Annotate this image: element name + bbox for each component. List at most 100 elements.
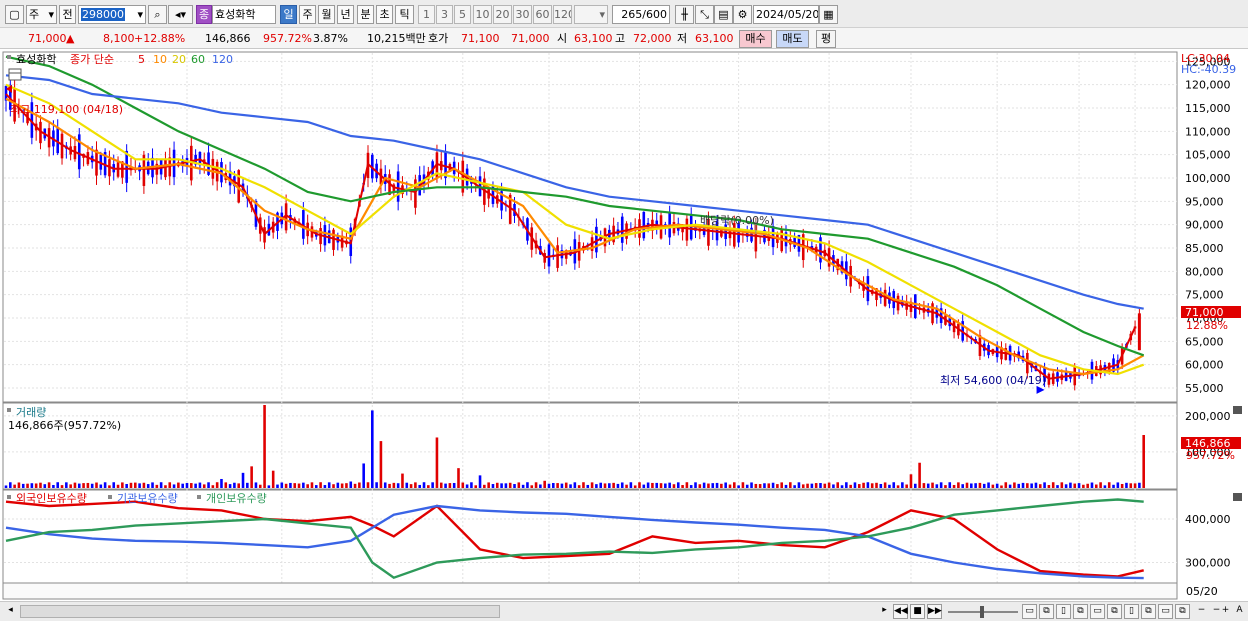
- close-icon[interactable]: [1233, 406, 1242, 414]
- volume-bar: [1129, 483, 1133, 488]
- eval-button[interactable]: 평: [816, 30, 836, 48]
- layout-icon[interactable]: ▭: [1158, 604, 1173, 619]
- high-label: 고: [615, 32, 626, 45]
- gear-icon[interactable]: ⚙: [733, 5, 752, 24]
- period-tick[interactable]: 틱: [395, 5, 414, 24]
- minus-icon[interactable]: −: [1194, 604, 1209, 619]
- bid-price: 71,100: [461, 32, 500, 45]
- volume-bar: [289, 482, 292, 488]
- window-icon[interactable]: ▢: [5, 5, 24, 24]
- layout-icon[interactable]: ⧉: [1107, 604, 1122, 619]
- layout-icon[interactable]: ▭: [1090, 604, 1105, 619]
- layout-icon[interactable]: ▯: [1056, 604, 1071, 619]
- search-icon[interactable]: ⌕: [148, 5, 167, 24]
- legend-ma60: 60: [191, 53, 205, 66]
- volume-bar: [948, 482, 952, 488]
- interval-120[interactable]: 120: [553, 5, 572, 24]
- volume-bar: [392, 482, 396, 488]
- interval-5[interactable]: 5: [454, 5, 471, 24]
- volume-bar: [991, 484, 995, 488]
- legend-ma10: 10: [153, 53, 167, 66]
- volume-bar: [465, 484, 469, 488]
- period-week[interactable]: 주: [299, 5, 316, 24]
- interval-1[interactable]: 1: [418, 5, 435, 24]
- volume-bar: [1107, 482, 1111, 488]
- buy-button[interactable]: 매수: [739, 30, 772, 48]
- layout-icon[interactable]: ⧉: [1175, 604, 1190, 619]
- layout-icon[interactable]: ⧉: [1039, 604, 1054, 619]
- count-field[interactable]: 265/600: [612, 5, 670, 24]
- sell-button[interactable]: 매도: [776, 30, 809, 48]
- close-icon[interactable]: [1233, 493, 1242, 501]
- interval-10[interactable]: 10: [473, 5, 492, 24]
- volume-bar: [780, 482, 783, 488]
- forward-icon[interactable]: ▶▶: [927, 604, 942, 619]
- code-input[interactable]: 298000 ▾: [78, 5, 146, 24]
- stop-icon[interactable]: ■: [910, 604, 925, 619]
- calendar-icon[interactable]: [8, 68, 22, 81]
- layout-icon[interactable]: ⧉: [1141, 604, 1156, 619]
- volume-bar: [720, 483, 723, 488]
- zoom-slider-thumb[interactable]: [980, 606, 984, 618]
- volume-bar: [1094, 484, 1098, 488]
- code-value: 298000: [81, 8, 125, 21]
- scroll-left-icon[interactable]: ◂: [3, 604, 18, 619]
- rewind-icon[interactable]: ◀◀: [893, 604, 908, 619]
- scroll-bar[interactable]: ◂ ▸ ◀◀ ■ ▶▶ ▭ ⧉ ▯ ⧉ ▭ ⧉ ▯ ⧉ ▭ ⧉ − − + A: [0, 601, 1248, 621]
- interval-select[interactable]: ▾: [574, 5, 608, 24]
- date-field[interactable]: 2024/05/20: [753, 5, 819, 24]
- market-select[interactable]: 주 ▾: [26, 5, 57, 24]
- volume-bar: [987, 482, 990, 488]
- draw-tool-icon[interactable]: ⤡: [695, 5, 714, 24]
- period-second[interactable]: 초: [376, 5, 393, 24]
- chart-type-icon[interactable]: ╫: [675, 5, 694, 24]
- period-month[interactable]: 월: [318, 5, 335, 24]
- calendar-icon[interactable]: ▦: [819, 5, 838, 24]
- high-price: 72,000: [633, 32, 672, 45]
- volume-bar: [625, 484, 628, 488]
- volume-bar: [659, 483, 663, 488]
- scroll-right-icon[interactable]: ▸: [877, 604, 892, 619]
- volume-bar: [314, 485, 318, 488]
- price-tick-label: 65,000: [1185, 335, 1224, 348]
- candle-body: [1137, 313, 1141, 351]
- volume-bar: [1082, 484, 1085, 488]
- interval-60[interactable]: 60: [533, 5, 552, 24]
- layout-icon[interactable]: ▭: [1022, 604, 1037, 619]
- volume-bar: [758, 484, 762, 488]
- volume-bar: [707, 483, 710, 488]
- volume-bar: [1004, 482, 1008, 488]
- prev-button[interactable]: 전: [59, 5, 76, 24]
- change-value: 8,100: [103, 32, 135, 45]
- save-icon[interactable]: ▤: [714, 5, 733, 24]
- stock-name-field[interactable]: 효성화학: [212, 5, 276, 24]
- chart-area[interactable]: 55,000 60,000 65,000 70,000 75,000 80,000 85,0…: [0, 49, 1248, 601]
- interval-30[interactable]: 30: [513, 5, 532, 24]
- font-size-icon[interactable]: A: [1232, 604, 1247, 619]
- period-minute[interactable]: 분: [357, 5, 374, 24]
- volume-bar: [810, 483, 814, 488]
- volume-bar: [1116, 482, 1120, 488]
- volume-bar: [1030, 483, 1033, 488]
- volume-bar: [263, 405, 266, 488]
- volume-bar: [526, 482, 529, 488]
- volume-bar: [797, 482, 801, 488]
- scroll-track[interactable]: [20, 605, 500, 618]
- speaker-icon[interactable]: ◂▾: [168, 5, 193, 24]
- price-tick-label: 115,000: [1185, 102, 1231, 115]
- layout-icon[interactable]: ⧉: [1073, 604, 1088, 619]
- period-year[interactable]: 년: [337, 5, 354, 24]
- period-day[interactable]: 일: [280, 5, 297, 24]
- chart-canvas[interactable]: 55,00060,00065,00070,00075,00080,00085,0…: [0, 49, 1248, 601]
- volume-bar: [564, 482, 568, 488]
- interval-3[interactable]: 3: [436, 5, 453, 24]
- zoom-in-icon[interactable]: +: [1218, 604, 1233, 619]
- interval-20[interactable]: 20: [493, 5, 512, 24]
- low-label: 저: [677, 32, 688, 45]
- layout-icon[interactable]: ▯: [1124, 604, 1139, 619]
- hoga-label: 호가: [428, 32, 449, 45]
- volume-bar: [470, 482, 473, 488]
- volume-bar: [69, 484, 72, 488]
- volume-bar: [750, 482, 753, 488]
- volume-bar: [909, 474, 913, 488]
